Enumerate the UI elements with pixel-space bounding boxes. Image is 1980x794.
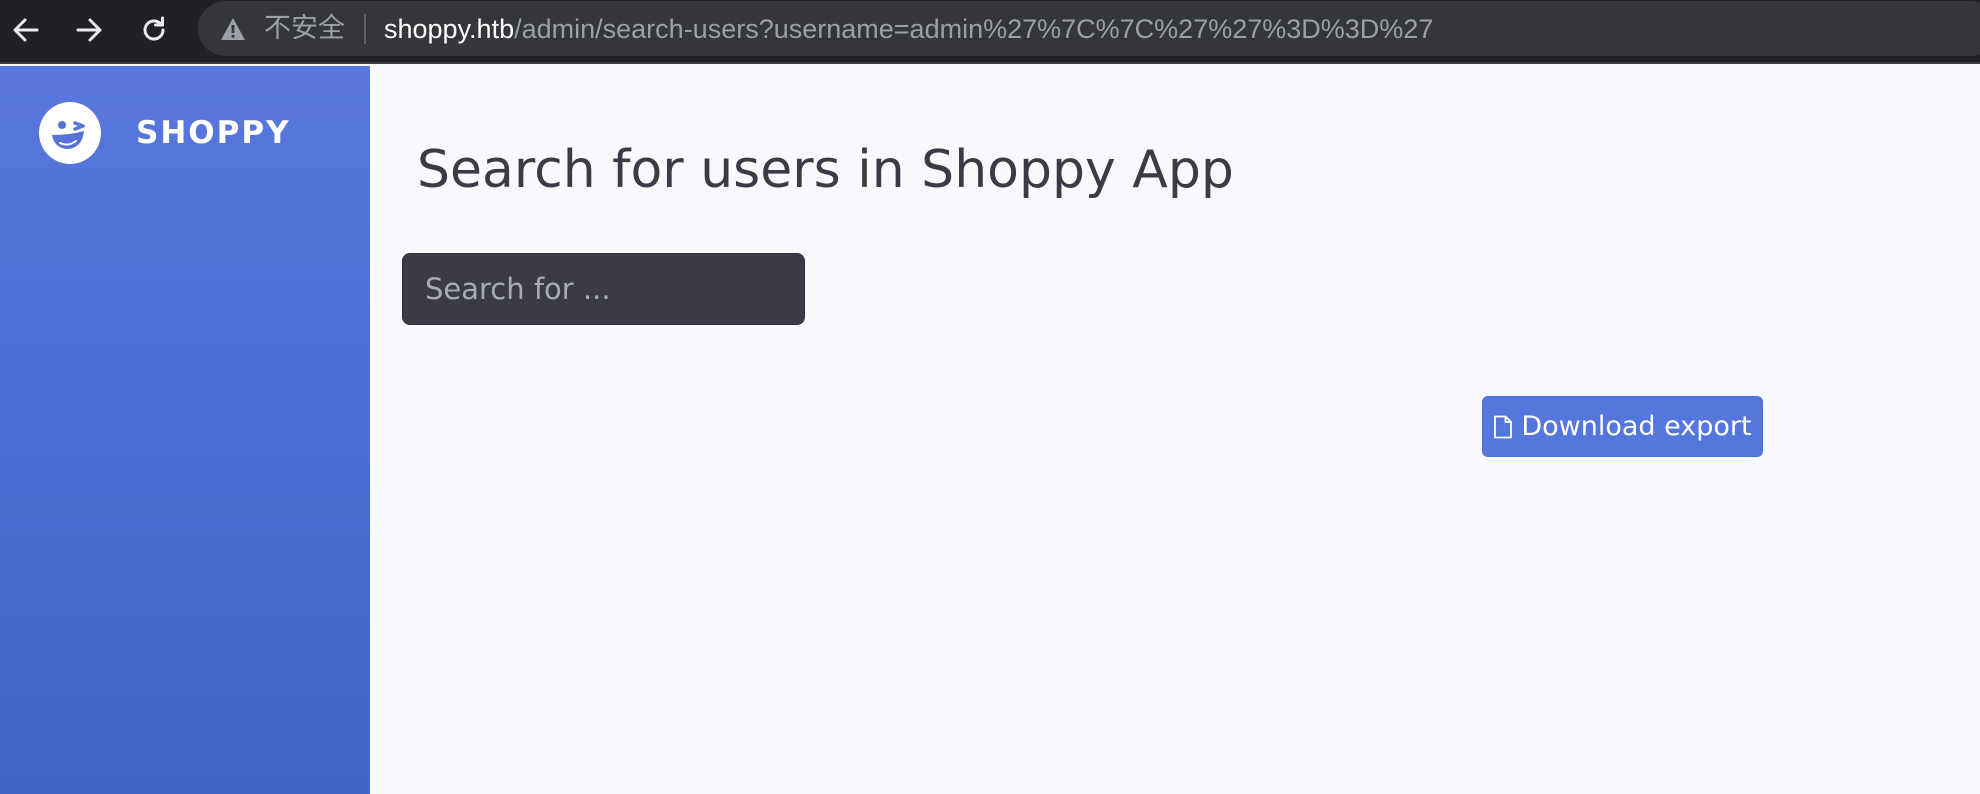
download-export-label: Download export bbox=[1521, 411, 1752, 442]
arrow-left-icon bbox=[13, 18, 39, 42]
url-text[interactable]: shoppy.htb/admin/search-users?username=a… bbox=[384, 12, 1433, 46]
url-path: /admin/search-users?username=admin%27%7C… bbox=[514, 14, 1434, 44]
download-export-button[interactable]: Download export bbox=[1482, 396, 1763, 457]
search-input[interactable] bbox=[402, 253, 805, 325]
page-title: Search for users in Shoppy App bbox=[417, 140, 1234, 200]
forward-button[interactable] bbox=[69, 10, 109, 50]
omnibox-divider bbox=[364, 14, 366, 44]
brand-link[interactable]: SHOPPY bbox=[38, 101, 291, 165]
address-bar[interactable]: 不安全 shoppy.htb/admin/search-users?userna… bbox=[198, 1, 1980, 56]
warning-icon[interactable] bbox=[220, 16, 246, 42]
brand-name: SHOPPY bbox=[136, 115, 291, 151]
main-content: Search for users in Shoppy App Download … bbox=[370, 66, 1980, 794]
browser-toolbar: 不安全 shoppy.htb/admin/search-users?userna… bbox=[0, 0, 1980, 64]
back-button[interactable] bbox=[6, 10, 46, 50]
file-icon bbox=[1494, 415, 1513, 438]
reload-icon bbox=[143, 16, 165, 41]
arrow-right-icon bbox=[76, 18, 102, 42]
security-status-label[interactable]: 不安全 bbox=[264, 13, 345, 45]
sidebar: SHOPPY bbox=[0, 66, 370, 794]
url-host: shoppy.htb bbox=[384, 14, 515, 44]
reload-button[interactable] bbox=[134, 10, 174, 50]
wink-face-icon bbox=[39, 102, 101, 164]
